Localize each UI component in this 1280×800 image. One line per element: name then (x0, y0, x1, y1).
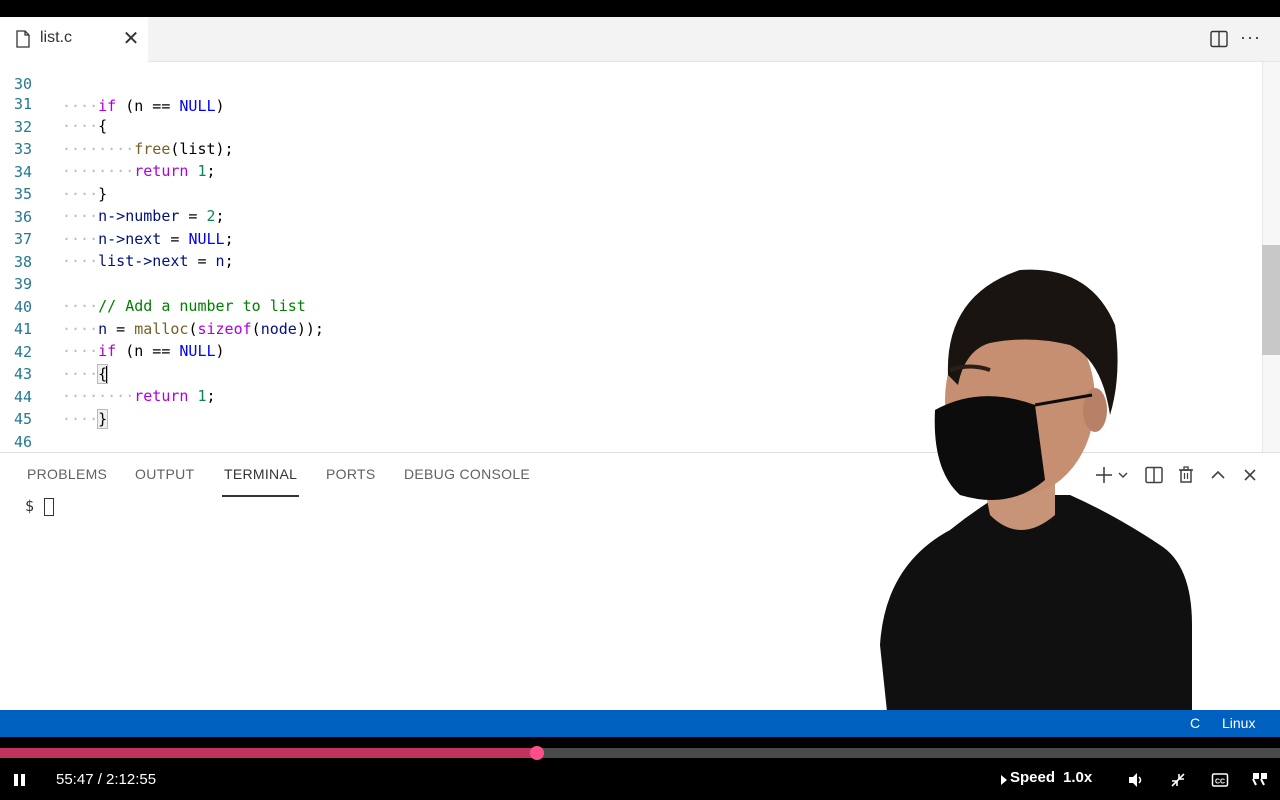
presenter-video-overlay (880, 269, 1192, 740)
terminal-cursor (44, 498, 54, 516)
speed-label[interactable]: Speed (1010, 769, 1055, 786)
tab-problems[interactable]: PROBLEMS (27, 466, 107, 482)
top-bar (0, 0, 1280, 17)
closed-captions-icon[interactable]: CC (1211, 771, 1229, 793)
code-line: 36 ····n->next = NULL; (0, 184, 1262, 248)
tab-terminal[interactable]: TERMINAL (224, 466, 297, 482)
exit-fullscreen-icon[interactable] (1169, 771, 1187, 793)
language-mode[interactable]: C (1190, 715, 1200, 731)
svg-text:CC: CC (1215, 779, 1225, 786)
split-editor-icon[interactable] (1210, 30, 1228, 48)
line-number: 46 (13, 433, 32, 451)
code-line: 35 ····n->number = 2; (0, 161, 1262, 225)
tab-output[interactable]: OUTPUT (135, 466, 194, 482)
volume-icon[interactable] (1127, 771, 1145, 793)
active-tab-indicator (222, 495, 299, 497)
code-line: 34 ····} (0, 139, 1262, 203)
close-icon[interactable]: ✕ (121, 29, 141, 49)
more-actions-icon[interactable]: ··· (1240, 27, 1261, 48)
code-line: 32 ········free(list); (0, 94, 1262, 158)
code-line: 37 ····list->next = n; (0, 206, 1262, 270)
chevron-up-icon[interactable] (1208, 465, 1228, 485)
speed-menu-caret-icon[interactable] (1000, 773, 1008, 790)
editor-tab-list-c[interactable]: list.c ✕ (0, 17, 148, 62)
tab-ports[interactable]: PORTS (326, 466, 375, 482)
video-player-controls: 55:47 / 2:12:55 Speed 1.0x CC (0, 737, 1280, 800)
progress-fill (0, 748, 537, 758)
code-line: 38 (0, 229, 1262, 271)
transcript-quote-icon[interactable] (1252, 771, 1268, 791)
editor-scroll-thumb[interactable] (1262, 245, 1280, 355)
tab-debug-console[interactable]: DEBUG CONSOLE (404, 466, 530, 482)
speed-value[interactable]: 1.0x (1063, 769, 1092, 786)
status-bar: C Linux (0, 710, 1280, 737)
progress-knob[interactable] (529, 746, 544, 760)
platform-indicator[interactable]: Linux (1222, 715, 1255, 731)
close-panel-icon[interactable] (1240, 465, 1260, 485)
pause-icon[interactable] (13, 773, 27, 791)
code-line: 31 ····{ (0, 71, 1262, 135)
code-line: 33 ········return 1; (0, 116, 1262, 180)
editor-tab-bar: list.c ✕ ··· (0, 17, 1280, 62)
file-icon (16, 30, 30, 48)
terminal-prompt: $ (25, 497, 35, 515)
playback-time: 55:47 / 2:12:55 (56, 771, 157, 788)
tab-label: list.c (40, 29, 72, 46)
